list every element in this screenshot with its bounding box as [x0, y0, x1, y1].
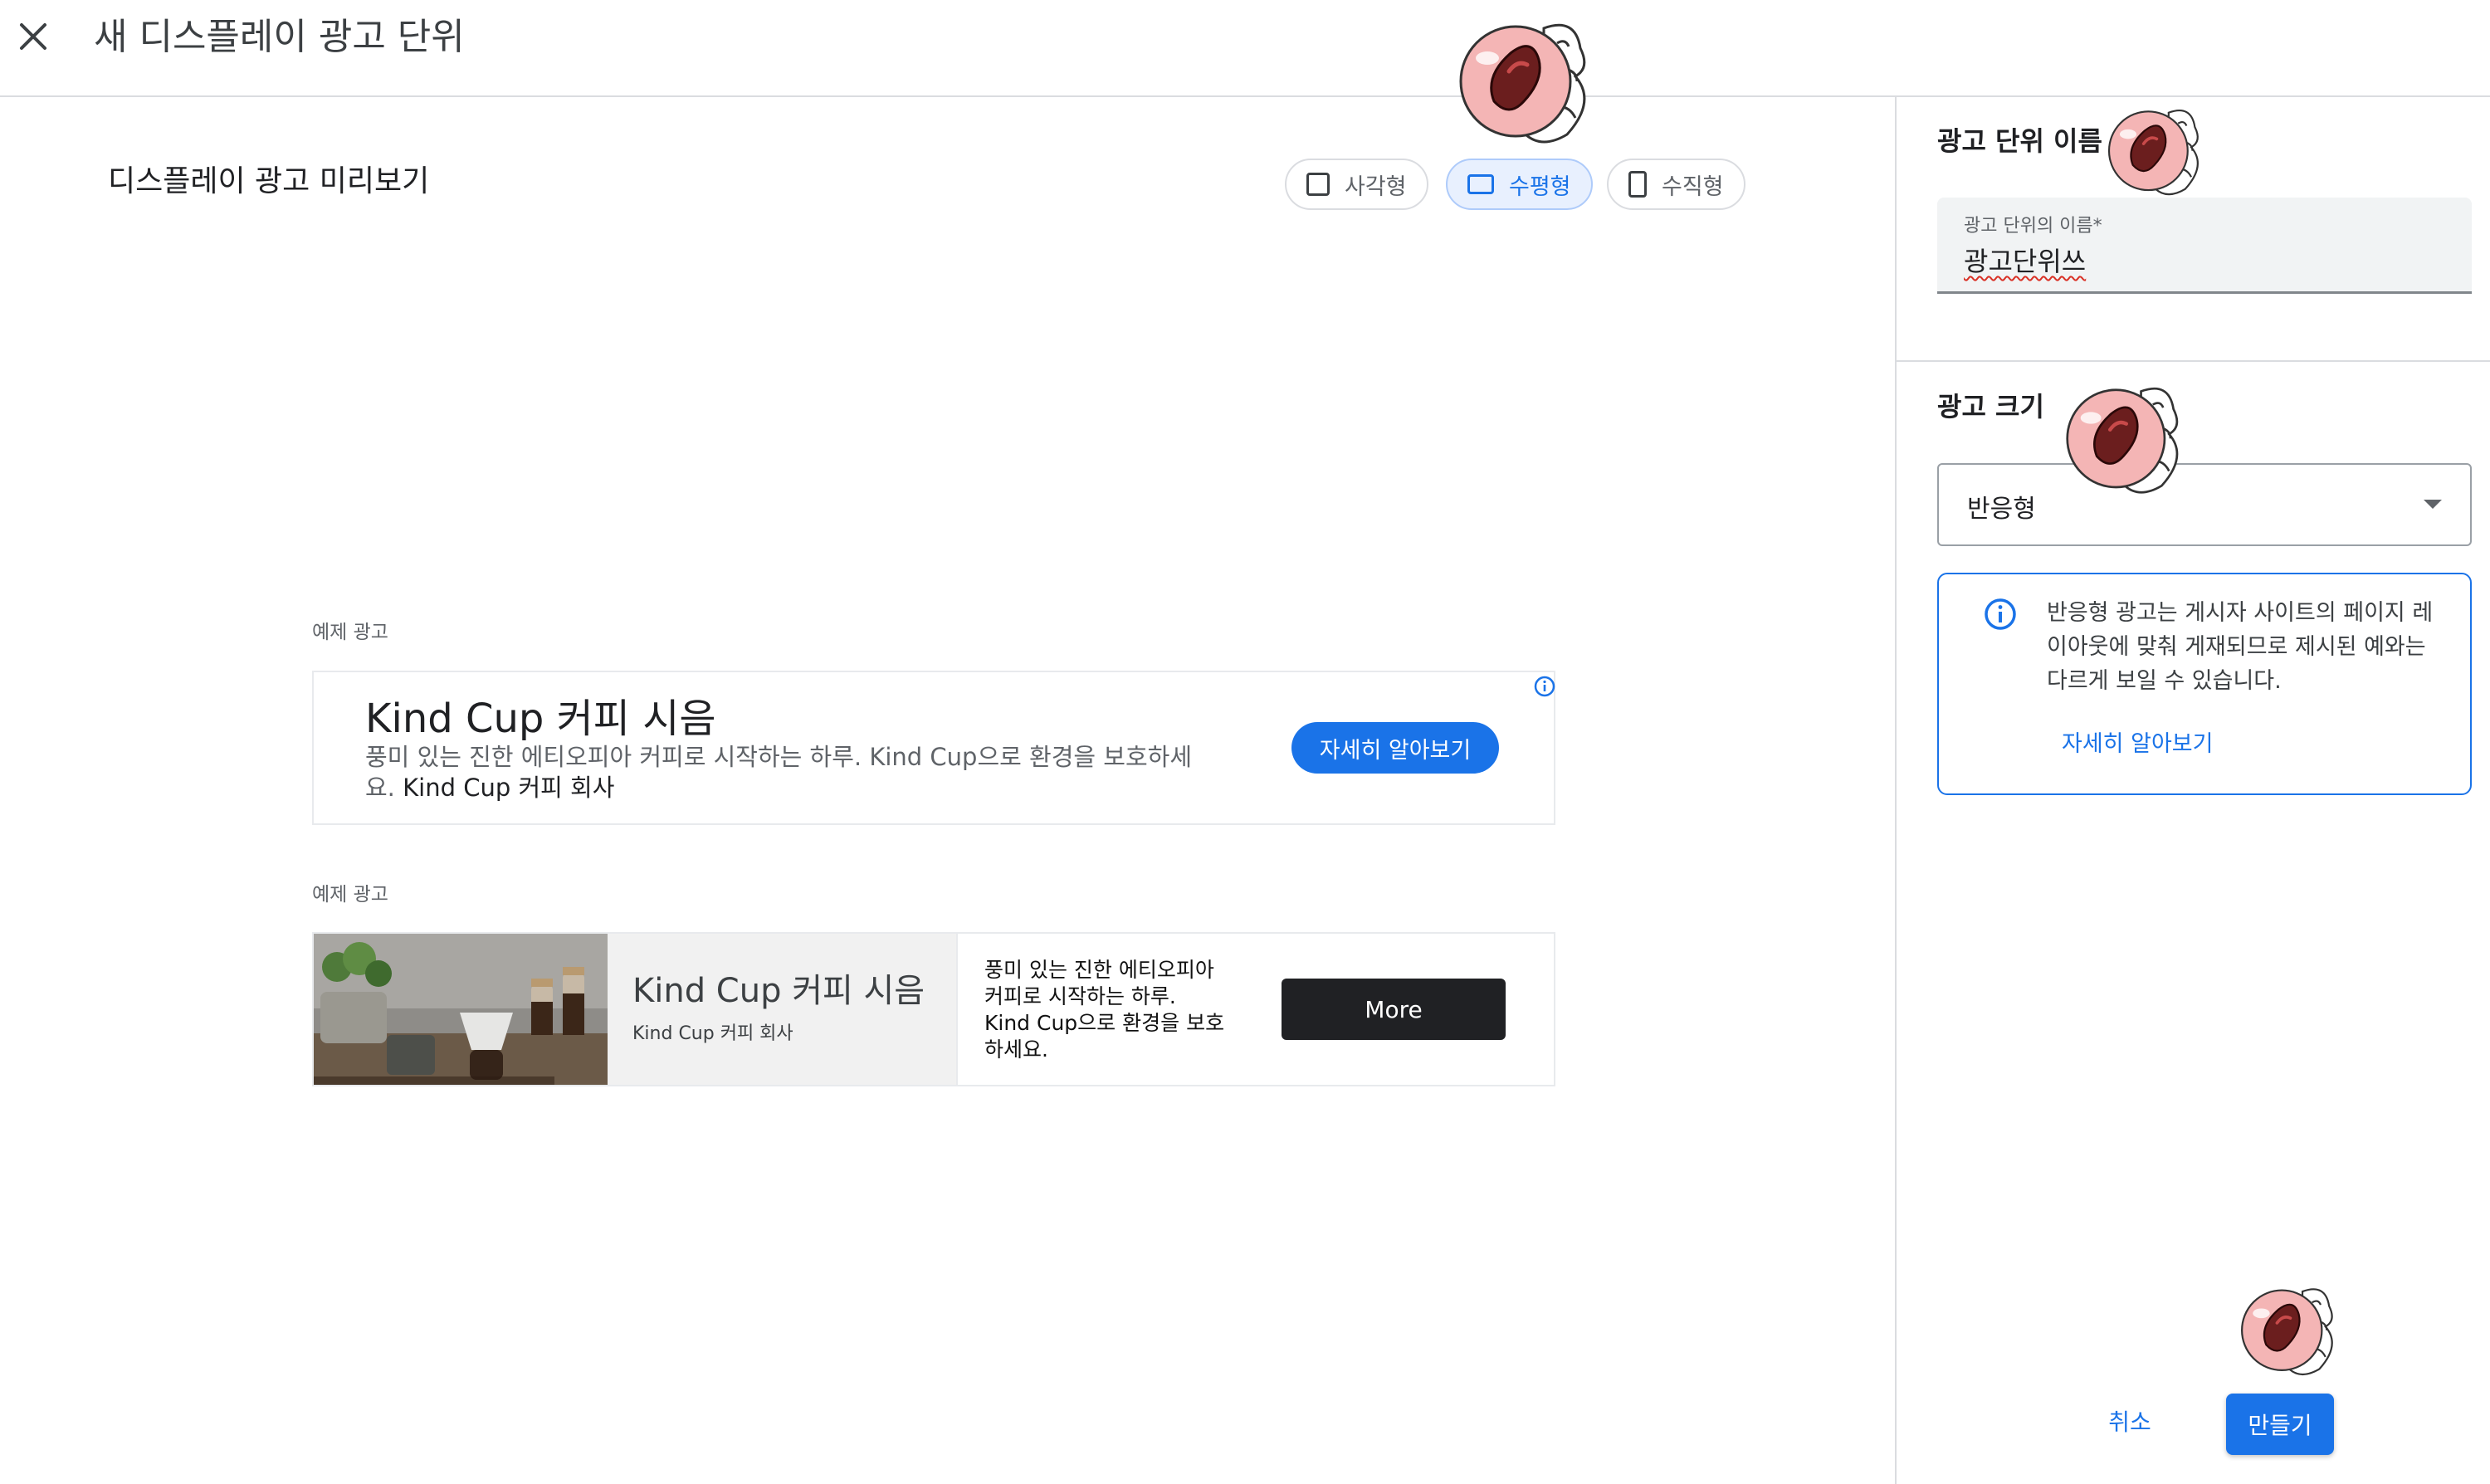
ad-size-title: 광고 크기	[1937, 391, 2044, 422]
chip-vertical[interactable]: 수직형	[1607, 159, 1745, 210]
more-button[interactable]: More	[1282, 979, 1506, 1040]
responsive-notice: 반응형 광고는 게시자 사이트의 페이지 레이아웃에 맞춰 게재되므로 제시된 …	[1937, 573, 2472, 795]
ad-brand: Kind Cup 커피 회사	[403, 774, 615, 802]
ad-brand: Kind Cup 커피 회사	[632, 1023, 793, 1044]
chip-label: 수평형	[1509, 173, 1571, 200]
section-divider	[1897, 360, 2490, 362]
sample-ad-image-banner: Kind Cup 커피 시음 Kind Cup 커피 회사 풍미 있는 진한 에…	[312, 932, 1555, 1086]
close-icon[interactable]	[15, 18, 51, 55]
ad-description: 풍미 있는 진한 에티오피아 커피로 시작하는 하루. Kind Cup으로 환…	[365, 742, 1195, 803]
chip-label: 사각형	[1345, 173, 1407, 200]
ad-unit-name-input[interactable]: 광고단위쓰	[1964, 241, 2086, 279]
field-label: 광고 단위의 이름*	[1964, 216, 2102, 237]
info-icon	[1982, 596, 2019, 632]
panel-divider	[1895, 95, 1897, 1484]
preview-title: 디스플레이 광고 미리보기	[108, 164, 430, 198]
cancel-button[interactable]: 취소	[2080, 1388, 2180, 1454]
square-outline-icon	[1306, 173, 1330, 196]
ad-headline: Kind Cup 커피 시음	[632, 972, 925, 1010]
cartoon-sticker	[1451, 10, 1600, 151]
cartoon-sticker	[2234, 1278, 2344, 1381]
ad-size-select[interactable]: 반응형	[1937, 463, 2472, 546]
sample-ad-label: 예제 광고	[312, 884, 388, 906]
ad-headline: Kind Cup 커피 시음	[365, 696, 716, 742]
cartoon-sticker	[2058, 375, 2191, 500]
ad-unit-name-title: 광고 단위 이름	[1937, 125, 2102, 157]
create-button[interactable]: 만들기	[2226, 1394, 2334, 1455]
sample-ad-banner: Kind Cup 커피 시음 풍미 있는 진한 에티오피아 커피로 시작하는 하…	[312, 671, 1555, 825]
coffee-product-image	[314, 934, 608, 1085]
dropdown-arrow-icon	[2424, 500, 2442, 509]
ad-headline-panel: Kind Cup 커피 시음 Kind Cup 커피 회사	[608, 934, 958, 1085]
ad-size-value: 반응형	[1967, 495, 2036, 524]
chip-horizontal[interactable]: 수평형	[1446, 159, 1593, 210]
notice-text: 반응형 광고는 게시자 사이트의 페이지 레이아웃에 맞춰 게재되므로 제시된 …	[2047, 600, 2434, 694]
horizontal-rect-icon	[1467, 174, 1494, 194]
chip-square[interactable]: 사각형	[1285, 159, 1428, 210]
ad-unit-name-field[interactable]: 광고 단위의 이름* 광고단위쓰	[1937, 198, 2472, 294]
cartoon-sticker	[2102, 100, 2209, 201]
learn-more-link[interactable]: 자세히 알아보기	[2062, 725, 2213, 758]
learn-more-button[interactable]: 자세히 알아보기	[1291, 722, 1499, 774]
ad-description: 풍미 있는 진한 에티오피아 커피로 시작하는 하루. Kind Cup으로 환…	[984, 958, 1225, 1062]
sample-ad-label: 예제 광고	[312, 622, 388, 643]
chip-label: 수직형	[1662, 173, 1724, 200]
vertical-rect-icon	[1628, 171, 1647, 198]
adchoices-info-icon[interactable]	[1531, 672, 1559, 701]
page-title: 새 디스플레이 광고 단위	[94, 16, 465, 58]
